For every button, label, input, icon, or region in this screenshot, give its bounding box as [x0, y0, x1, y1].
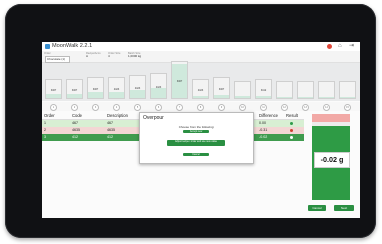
- app-header: MoonWalk 2.2.1 ⌂ ⇥: [42, 42, 360, 51]
- ingredient-bar[interactable]: 4423: [192, 79, 209, 99]
- step-circle[interactable]: 12: [281, 104, 288, 111]
- result-fail-icon: [290, 129, 293, 132]
- scale-panel: -0.02 g: [312, 114, 350, 200]
- info-batch-size: Batch Size 1,0000 kg: [128, 52, 142, 58]
- ingredient-bar-fill: [256, 95, 271, 98]
- screen: MoonWalk 2.2.1 ⌂ ⇥ Order Chocolate (1) R…: [42, 42, 360, 218]
- order-field[interactable]: Chocolate (1): [45, 56, 70, 63]
- ingredient-bar-label: 3467: [92, 88, 99, 91]
- result-active-icon: [290, 136, 293, 139]
- dialog-title: Overpour: [143, 115, 164, 121]
- step-circle[interactable]: 15: [344, 104, 351, 111]
- ingredient-bar-fill: [214, 95, 229, 98]
- logout-icon[interactable]: ⇥: [349, 43, 356, 50]
- ingredient-bar-fill: [277, 97, 292, 98]
- step-circle[interactable]: 7: [176, 104, 183, 111]
- weight-readout: -0.02 g: [314, 152, 350, 168]
- col-code: Code: [72, 113, 83, 118]
- ingredient-bar[interactable]: [339, 81, 356, 99]
- scale-warning-bar: [312, 114, 350, 122]
- info-recipe: Recipe/Acco A: [86, 52, 101, 58]
- ingredient-bar-label: 3467: [218, 88, 225, 91]
- step-circle[interactable]: 3: [92, 104, 99, 111]
- cancel-button[interactable]: Cancel: [308, 205, 326, 211]
- step-circles: 1 2 3 4 5 6 7 8 9 10 11 12 13 14 15: [42, 102, 360, 111]
- ingredient-bar[interactable]: 3467: [213, 77, 230, 99]
- next-button[interactable]: Next: [334, 205, 354, 211]
- app-logo-icon: [45, 44, 50, 49]
- ingredient-bar-fill: [67, 93, 82, 98]
- col-description: Description: [107, 113, 128, 118]
- adjust-recipe-button[interactable]: Adjust recipe / order and use new value: [167, 140, 225, 146]
- ingredient-bar[interactable]: 3467: [66, 79, 83, 99]
- overpour-dialog: Overpour Choose from the following: Acce…: [139, 112, 254, 164]
- col-result: Result: [286, 113, 298, 118]
- ingredient-bar[interactable]: 4423: [129, 75, 146, 99]
- step-circle[interactable]: 14: [323, 104, 330, 111]
- ingredient-bar-fill: [235, 96, 250, 98]
- ingredient-bar[interactable]: [318, 81, 335, 99]
- ingredient-bar-label: 3467: [176, 80, 183, 83]
- info-order-size: Order Size 4: [108, 52, 121, 58]
- home-icon[interactable]: ⌂: [338, 43, 345, 50]
- ingredient-bar-label: 3467: [71, 89, 78, 92]
- ingredient-bar[interactable]: 3467: [171, 61, 188, 99]
- step-circle[interactable]: 11: [260, 104, 267, 111]
- ingredient-bar[interactable]: 4423: [108, 77, 125, 99]
- step-circle[interactable]: 2: [71, 104, 78, 111]
- ingredient-bar-label: 4423: [155, 86, 162, 89]
- step-circle[interactable]: 10: [239, 104, 246, 111]
- ingredient-bar[interactable]: [234, 81, 251, 99]
- ingredient-bar-fill: [130, 90, 145, 98]
- ingredient-bar-fill: [151, 88, 166, 98]
- step-circle[interactable]: 13: [302, 104, 309, 111]
- ingredient-bar[interactable]: 3467: [87, 77, 104, 99]
- status-indicator-icon[interactable]: [327, 44, 332, 49]
- ingredient-bar-fill: [46, 93, 61, 98]
- step-circle[interactable]: 8: [197, 104, 204, 111]
- order-info-bar: Order Chocolate (1) Recipe/Acco A Order …: [42, 51, 360, 63]
- info-order: Order Chocolate (1): [44, 52, 70, 63]
- ingredient-bar-fill: [193, 96, 208, 98]
- ingredient-bar[interactable]: 4423: [150, 73, 167, 99]
- step-circle[interactable]: 5: [134, 104, 141, 111]
- col-order: Order: [44, 113, 55, 118]
- dialog-message: Choose from the following:: [178, 125, 215, 129]
- col-difference: Difference: [259, 113, 279, 118]
- ingredient-bar-label: 4423: [197, 89, 204, 92]
- ingredient-bar-label: 4423: [113, 88, 120, 91]
- step-circle[interactable]: 4: [113, 104, 120, 111]
- ingredient-bar-fill: [88, 92, 103, 98]
- app-title: MoonWalk 2.2.1: [52, 43, 93, 49]
- dialog-cancel-button[interactable]: Cancel: [183, 153, 209, 156]
- ingredient-bar-fill: [109, 92, 124, 98]
- ingredient-bar-fill: [340, 97, 355, 98]
- step-circle[interactable]: 6: [155, 104, 162, 111]
- ingredient-bar-strip: 3467 3467 3467 4423 4423 4423 3467 4423 3467 3412: [42, 61, 360, 101]
- ingredient-bar[interactable]: 3467: [45, 79, 62, 99]
- tablet-frame: MoonWalk 2.2.1 ⌂ ⇥ Order Chocolate (1) R…: [5, 4, 376, 238]
- step-circle[interactable]: 9: [218, 104, 225, 111]
- ingredient-bar[interactable]: [297, 81, 314, 99]
- ingredient-bar[interactable]: [276, 81, 293, 99]
- ingredient-bar-fill: [319, 97, 334, 98]
- ingredient-bar-fill: [298, 97, 313, 98]
- ingredient-bar-label: 3467: [50, 89, 57, 92]
- ingredient-bar[interactable]: 3412: [255, 79, 272, 99]
- step-circle[interactable]: 1: [50, 104, 57, 111]
- accept-new-button[interactable]: Accept new: [183, 130, 209, 133]
- ingredient-bar-label: 4423: [134, 87, 141, 90]
- result-ok-icon: [290, 122, 293, 125]
- ingredient-bar-label: 3412: [260, 89, 267, 92]
